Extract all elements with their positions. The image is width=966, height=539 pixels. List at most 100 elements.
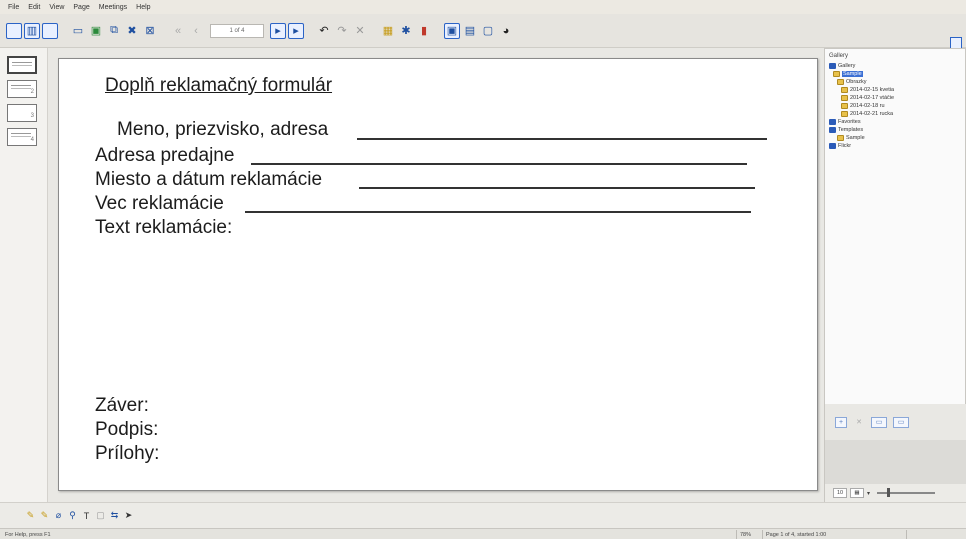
gallery-preview-area — [824, 440, 966, 484]
shape-tool-icon[interactable]: ▢ — [96, 510, 105, 521]
canvas-area: Doplň reklamačný formulár Meno, priezvis… — [48, 48, 824, 502]
field-conclusion: Záver: — [95, 395, 149, 416]
gallery-tree-item[interactable]: Flickr — [829, 143, 851, 149]
main-toolbar: ▥ ▭ ▣ ⧉ ✖ ⊠ « ‹ 1 of 4 ▸ ▸ ↶ ↷ ✕ ▦ ✱ ▮ ▣… — [0, 14, 966, 49]
next-page-icon[interactable]: ▸ — [270, 22, 286, 39]
grid-view-icon[interactable]: ▦ — [850, 488, 864, 498]
tree-item-label: Favorites — [838, 119, 861, 125]
select-pointer-icon[interactable]: ➤ — [124, 510, 133, 521]
single-view-icon[interactable] — [6, 22, 22, 39]
status-extra — [906, 530, 966, 539]
separator — [160, 23, 168, 39]
thumbnail-preview — [12, 62, 32, 63]
clear-icon[interactable]: ✕ — [352, 23, 368, 39]
image-icon[interactable]: ▣ — [88, 23, 104, 39]
tree-item-label: Sample — [842, 71, 863, 77]
field-name-address: Meno, priezvisko, adresa — [117, 119, 329, 140]
thumbnail-number: 4 — [30, 137, 34, 143]
gallery-export-icon[interactable]: ▭ — [893, 416, 909, 428]
tree-item-label: Sample — [846, 135, 865, 141]
gallery-icon — [829, 63, 836, 69]
status-help-text: For Help, press F1 — [5, 531, 51, 538]
menu-meetings[interactable]: Meetings — [99, 4, 127, 11]
delete-icon[interactable]: ✖ — [124, 23, 140, 39]
gallery-tree-item[interactable]: Templates — [829, 127, 863, 133]
capture-icon[interactable]: ⊠ — [142, 23, 158, 39]
gallery-zoom-slider[interactable] — [877, 488, 936, 497]
menu-file[interactable]: File — [8, 4, 19, 11]
redo-icon[interactable]: ↷ — [334, 23, 350, 39]
frame-icon[interactable]: ▢ — [480, 23, 496, 39]
open-icon[interactable]: ▭ — [70, 23, 86, 39]
spotlight-icon[interactable]: ✱ — [398, 23, 414, 39]
camera-icon[interactable]: ◕ — [498, 23, 514, 39]
page-thumbnail-2[interactable]: 2 — [7, 80, 37, 98]
thumbnail-preview — [11, 133, 31, 134]
undo-icon[interactable]: ↶ — [316, 23, 332, 39]
tree-item-label: 2014-02-17 vtáčie — [850, 95, 895, 101]
page-thumbnail-3[interactable]: 3 — [7, 104, 37, 122]
folder-icon — [841, 103, 848, 109]
field-underline — [251, 163, 747, 165]
highlighter-icon[interactable]: ✎ — [40, 510, 49, 521]
gallery-tree-item[interactable]: 2014-02-15 kvetia — [841, 87, 894, 93]
gallery-import-icon[interactable]: ▭ — [871, 416, 887, 428]
insert-page-icon[interactable]: ⧉ — [106, 23, 122, 39]
page-thumbnail-4[interactable]: 4 — [7, 128, 37, 146]
menu-view[interactable]: View — [49, 4, 64, 11]
menu-help[interactable]: Help — [136, 4, 150, 11]
status-zoom: 78% — [736, 530, 751, 539]
table-icon[interactable]: ▤ — [462, 23, 478, 39]
blank-page-icon[interactable] — [42, 22, 58, 39]
tree-item-label: 2014-02-18 ru — [850, 103, 885, 109]
thumbnail-number: 3 — [30, 113, 34, 119]
gallery-tree-item[interactable]: Favorites — [829, 119, 861, 125]
folder-icon — [833, 71, 840, 77]
screen-shade-icon[interactable]: ▦ — [380, 23, 396, 39]
status-bar: For Help, press F1 78% Page 1 of 4, star… — [0, 528, 966, 539]
lines-tool-icon[interactable]: ⇆ — [110, 510, 119, 521]
menu-page[interactable]: Page — [73, 4, 89, 11]
field-shop-address: Adresa predajne — [95, 145, 235, 166]
gallery-remove-icon[interactable]: ✕ — [853, 417, 865, 428]
pencil-icon[interactable]: ✎ — [26, 510, 35, 521]
tree-item-label: Gallery — [838, 63, 856, 69]
drawing-toolbar: ✎ ✎ ⌀ ⚲ T ▢ ⇆ ➤ — [0, 502, 966, 528]
gallery-icon — [829, 119, 836, 125]
folder-icon — [837, 79, 844, 85]
display-icon[interactable]: ▣ — [444, 22, 460, 39]
field-underline — [245, 211, 751, 213]
folder-icon — [837, 135, 844, 141]
gallery-tree-item[interactable]: 2014-02-17 vtáčie — [841, 95, 894, 101]
gallery-tree-item[interactable]: Obrazky — [837, 79, 866, 85]
magnifier-icon[interactable]: ⚲ — [68, 510, 77, 521]
gallery-tree-item[interactable]: Sample — [833, 71, 863, 77]
dual-view-icon[interactable]: ▥ — [24, 22, 40, 39]
separator — [60, 23, 68, 39]
separator — [306, 23, 314, 39]
gallery-panel: Gallery Gallery Sample Obrazky 2014-02-1… — [824, 48, 966, 404]
gallery-tree-item[interactable]: 2014-02-21 rucka — [841, 111, 893, 117]
tree-item-label: Flickr — [838, 143, 852, 149]
first-page-icon[interactable]: « — [170, 23, 186, 39]
gallery-add-icon[interactable]: + — [835, 416, 847, 428]
gallery-tree-item[interactable]: 2014-02-18 ru — [841, 103, 885, 109]
dropdown-arrow-icon[interactable]: ▾ — [867, 490, 870, 497]
gallery-zoom-value[interactable]: 10 — [833, 488, 847, 498]
tree-item-label: Templates — [838, 127, 864, 133]
gallery-tree-item[interactable]: Gallery — [829, 63, 855, 69]
whiteboard-page[interactable]: Doplň reklamačný formulár Meno, priezvis… — [58, 58, 818, 491]
gallery-tree-item[interactable]: Sample — [837, 135, 865, 141]
tree-item-label: 2014-02-21 rucka — [850, 111, 894, 117]
page-thumbnail-1[interactable] — [7, 56, 37, 74]
page-sorter: 2 3 4 — [0, 48, 48, 502]
previous-page-icon[interactable]: ‹ — [188, 23, 204, 39]
gallery-header: Gallery — [829, 53, 849, 59]
text-tool-icon[interactable]: T — [82, 511, 91, 521]
menu-edit[interactable]: Edit — [28, 4, 40, 11]
field-attachments: Prílohy: — [95, 443, 160, 464]
tools-icon[interactable]: ▮ — [416, 23, 432, 39]
eraser-icon[interactable]: ⌀ — [54, 510, 63, 521]
page-indicator[interactable]: 1 of 4 — [210, 23, 264, 38]
last-page-icon[interactable]: ▸ — [288, 22, 304, 39]
